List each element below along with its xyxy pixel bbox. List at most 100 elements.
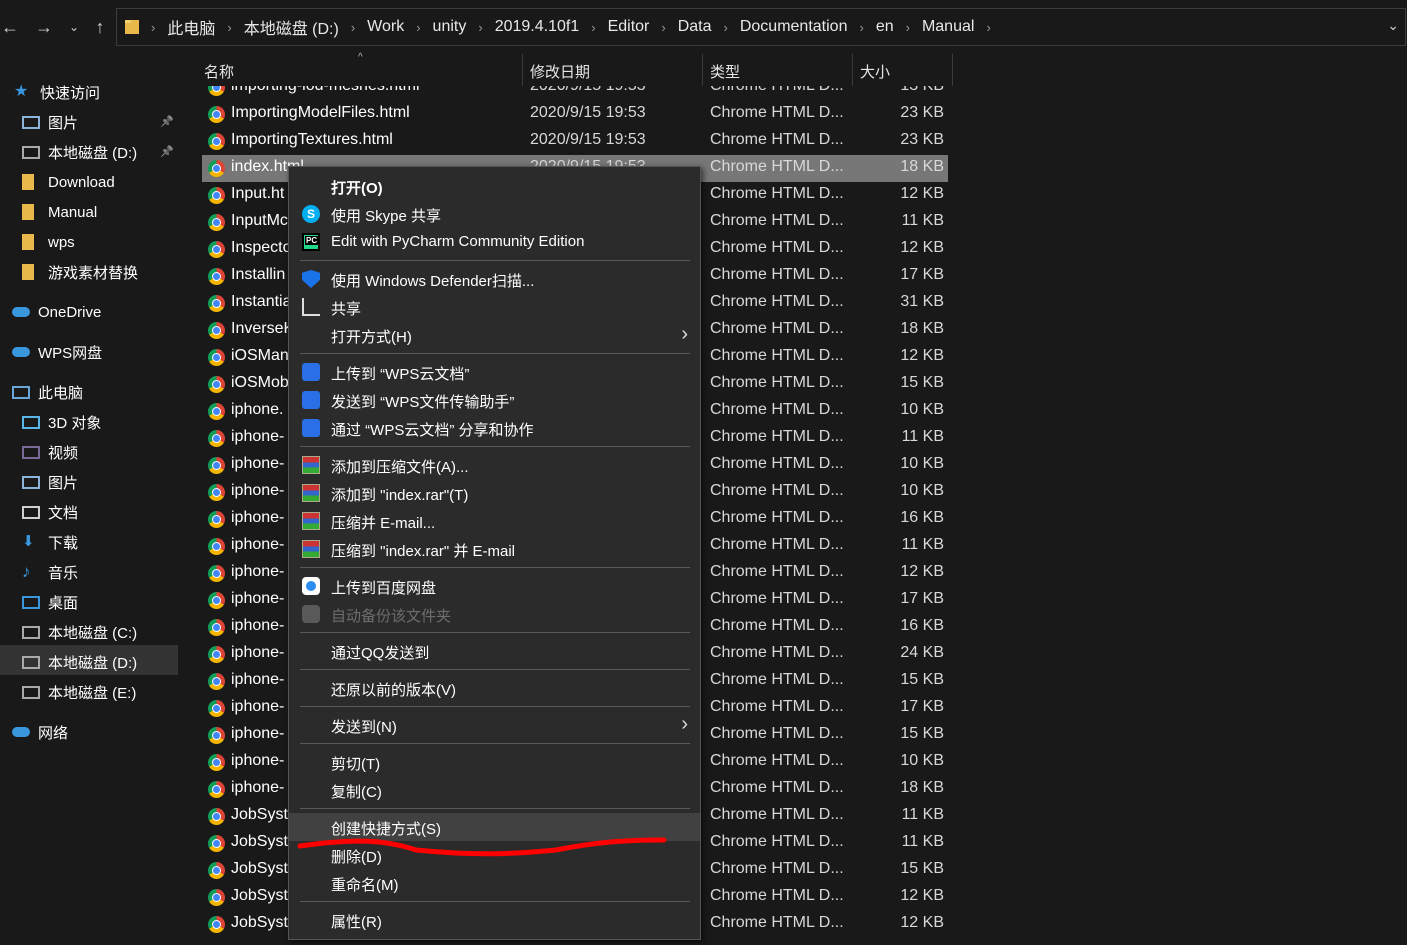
sidebar-item[interactable]: 本地磁盘 (D:) (22, 648, 137, 676)
menu-item[interactable]: 复制(C) (289, 776, 700, 804)
sidebar-item[interactable]: 此电脑 (12, 378, 83, 406)
sidebar-item[interactable]: 桌面 (22, 588, 78, 616)
column-divider[interactable] (702, 54, 703, 86)
menu-item[interactable]: 自动备份该文件夹 (289, 600, 700, 628)
breadcrumb-separator-icon[interactable]: › (145, 20, 161, 35)
sidebar-item[interactable]: wps (22, 228, 75, 256)
breadcrumb-separator-icon[interactable]: › (472, 20, 488, 35)
breadcrumb-item[interactable]: Work (361, 18, 410, 36)
chrome-html-icon (208, 592, 225, 609)
breadcrumb-separator-icon[interactable]: › (980, 20, 996, 35)
menu-item[interactable]: 打开(O) (289, 172, 700, 200)
menu-item[interactable]: 发送到 “WPS文件传输助手” (289, 386, 700, 414)
star-icon: ★ (14, 83, 29, 100)
menu-item[interactable]: 还原以前的版本(V) (289, 674, 700, 702)
file-name: iphone- (231, 428, 285, 445)
breadcrumb-separator-icon[interactable]: › (853, 20, 869, 35)
breadcrumb-separator-icon[interactable]: › (655, 20, 671, 35)
breadcrumb-separator-icon[interactable]: › (718, 20, 734, 35)
sidebar-item[interactable]: ★ 快速访问 (14, 78, 100, 106)
menu-item[interactable]: 删除(D) (289, 841, 700, 869)
forward-arrow-icon[interactable]: → (34, 14, 54, 40)
column-header-date[interactable]: 修改日期 (530, 58, 590, 86)
chrome-html-icon (208, 106, 225, 123)
breadcrumb-item[interactable]: Data (672, 18, 718, 36)
breadcrumb-item[interactable]: 2019.4.10f1 (489, 18, 586, 36)
sidebar-item[interactable]: 本地磁盘 (C:) (22, 618, 137, 646)
menu-item[interactable]: 剪切(T) (289, 748, 700, 776)
file-name: iphone- (231, 563, 285, 580)
sidebar-item[interactable]: Manual (22, 198, 97, 226)
menu-item[interactable]: 创建快捷方式(S) (289, 813, 700, 841)
sidebar-item[interactable]: 3D 对象 (22, 408, 101, 436)
column-header-name[interactable]: 名称 (204, 58, 234, 86)
file-name: Inspecto (231, 239, 292, 256)
menu-item[interactable]: 添加到 "index.rar"(T) (289, 479, 700, 507)
file-name: iphone. (231, 401, 284, 418)
file-date: 2020/9/15 19:53 (530, 131, 646, 148)
menu-item[interactable]: 通过 “WPS云文档” 分享和协作 (289, 414, 700, 442)
menu-item[interactable]: 发送到(N) › (289, 711, 700, 739)
breadcrumb-separator-icon[interactable]: › (345, 20, 361, 35)
sidebar-item[interactable]: Download (22, 168, 115, 196)
menu-item[interactable]: S 使用 Skype 共享 (289, 200, 700, 228)
sidebar-item[interactable]: ⬇ 下载 (22, 528, 78, 556)
menu-item[interactable]: 重命名(M) (289, 869, 700, 897)
column-divider[interactable] (952, 54, 953, 86)
sidebar-item[interactable]: 文档 (22, 498, 78, 526)
sidebar-item[interactable]: 网络 (12, 718, 68, 746)
file-type: Chrome HTML D... (710, 806, 844, 823)
breadcrumb-separator-icon[interactable]: › (410, 20, 426, 35)
file-type: Chrome HTML D... (710, 428, 844, 445)
sidebar-item[interactable]: 视频 (22, 438, 78, 466)
breadcrumb-item[interactable]: unity (427, 18, 473, 36)
navigation-pane: ★ 快速访问 图片 📌 本地磁盘 (D:) 📌 Download Manual wps 游戏素材替… (0, 70, 180, 945)
menu-item[interactable]: 上传到百度网盘 (289, 572, 700, 600)
breadcrumb-item[interactable]: Editor (602, 18, 656, 36)
menu-item[interactable]: 通过QQ发送到 (289, 637, 700, 665)
menu-item[interactable]: Edit with PyCharm Community Edition (289, 228, 700, 256)
file-size: 10 KB (900, 401, 944, 418)
breadcrumb-item[interactable]: en (870, 18, 900, 36)
menu-item[interactable]: 属性(R) (289, 906, 700, 934)
sidebar-item[interactable]: ♪ 音乐 (22, 558, 78, 586)
breadcrumb-item[interactable]: Manual (916, 18, 980, 36)
menu-item[interactable]: 打开方式(H) › (289, 321, 700, 349)
menu-item[interactable]: 添加到压缩文件(A)... (289, 451, 700, 479)
sidebar-item[interactable]: 本地磁盘 (D:) (22, 138, 137, 166)
sidebar-item[interactable]: 图片 (22, 108, 78, 136)
file-row[interactable]: ImportingModelFiles.html 2020/9/15 19:53 C… (202, 101, 948, 128)
breadcrumb-item[interactable]: Documentation (734, 18, 854, 36)
column-divider[interactable] (852, 54, 853, 86)
menu-item[interactable]: 共享 (289, 293, 700, 321)
wps-upload-icon (302, 363, 320, 381)
chevron-down-icon[interactable]: ⌄ (1387, 17, 1399, 34)
column-header-size[interactable]: 大小 (860, 58, 890, 86)
breadcrumb-item[interactable]: 本地磁盘 (D:) (238, 15, 345, 39)
sidebar-item[interactable]: 本地磁盘 (E:) (22, 678, 136, 706)
file-size: 18 KB (900, 158, 944, 175)
sidebar-item[interactable]: 游戏素材替换 (22, 258, 138, 286)
breadcrumb-separator-icon[interactable]: › (221, 20, 237, 35)
back-arrow-icon[interactable]: ← (0, 14, 20, 40)
menu-item[interactable]: 使用 Windows Defender扫描... (289, 265, 700, 293)
breadcrumb-separator-icon[interactable]: › (585, 20, 601, 35)
pin-icon[interactable]: 📌 (160, 115, 174, 128)
sidebar-item-label: 本地磁盘 (E:) (48, 684, 137, 702)
file-name: JobSyst (231, 914, 288, 931)
menu-item[interactable]: 压缩并 E-mail... (289, 507, 700, 535)
pin-icon[interactable]: 📌 (160, 145, 174, 158)
address-bar[interactable]: › 此电脑 › 本地磁盘 (D:) › Work › unity › 2019.4.10f1 › Ed… (116, 8, 1406, 46)
column-header-type[interactable]: 类型 (710, 58, 740, 86)
recent-locations-chevron-icon[interactable]: ⌄ (64, 14, 84, 40)
file-row[interactable]: ImportingTextures.html 2020/9/15 19:53 Chr… (202, 128, 948, 155)
up-arrow-icon[interactable]: ↑ (90, 14, 110, 40)
sidebar-item[interactable]: 图片 (22, 468, 78, 496)
menu-item[interactable]: 压缩到 "index.rar" 并 E-mail (289, 535, 700, 563)
breadcrumb-item[interactable]: 此电脑 (161, 15, 221, 39)
sidebar-item[interactable]: WPS网盘 (12, 338, 102, 366)
menu-item[interactable]: 上传到 “WPS云文档” (289, 358, 700, 386)
breadcrumb-separator-icon[interactable]: › (900, 20, 916, 35)
column-divider[interactable] (522, 54, 523, 86)
sidebar-item[interactable]: OneDrive (12, 298, 101, 326)
